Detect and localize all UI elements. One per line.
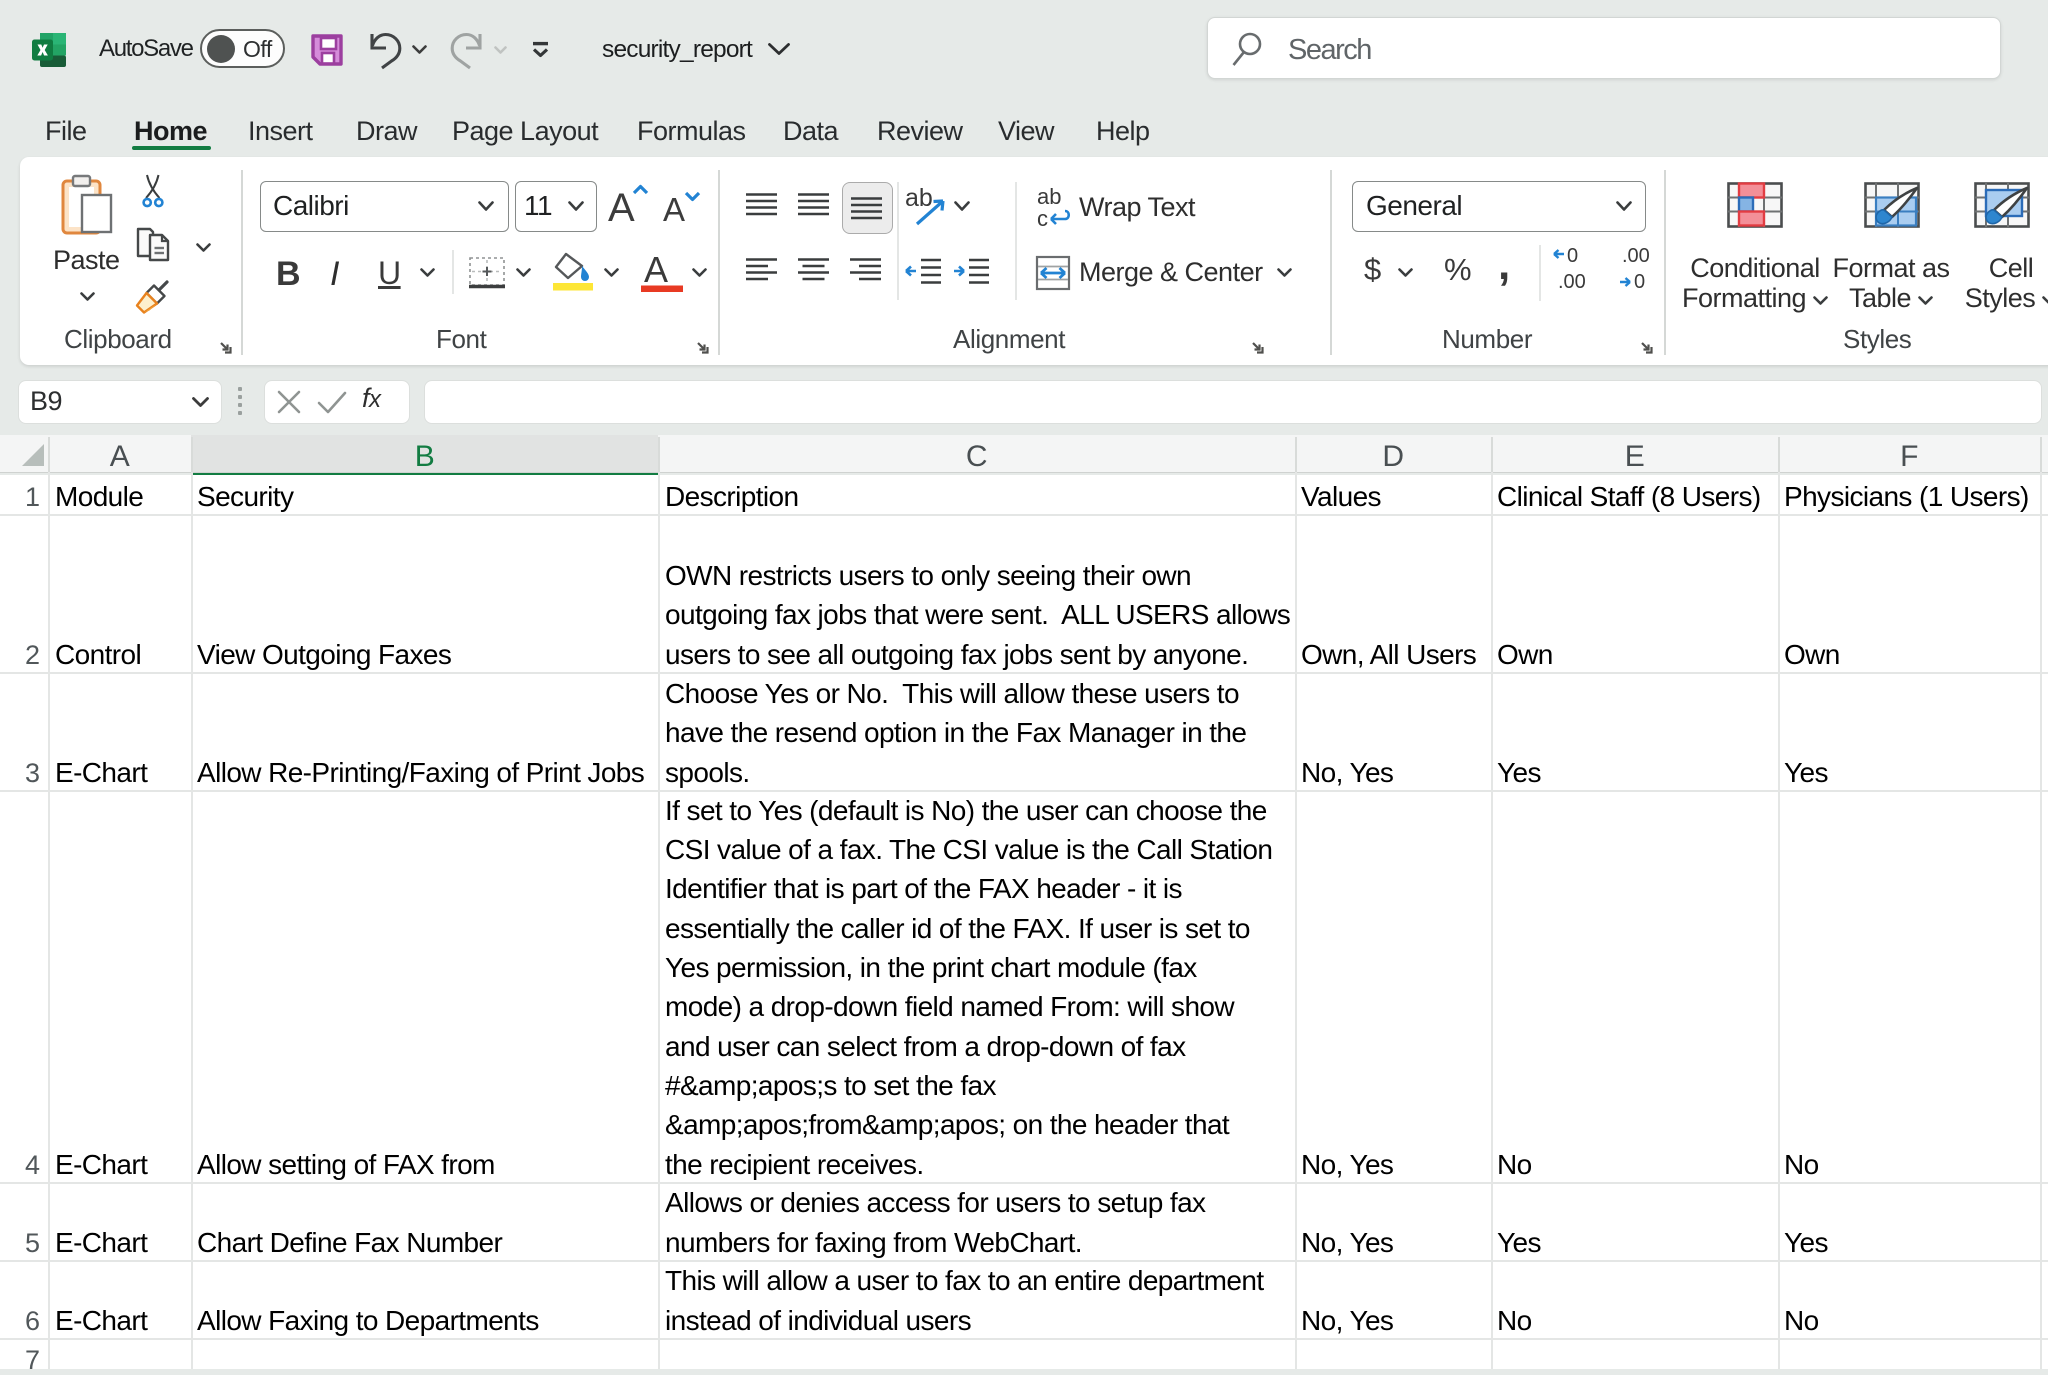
svg-text:A: A bbox=[663, 191, 685, 228]
svg-text:.00: .00 bbox=[1558, 271, 1586, 293]
svg-text:A: A bbox=[644, 250, 668, 290]
svg-text:A: A bbox=[608, 186, 635, 228]
svg-text:0: 0 bbox=[1567, 248, 1578, 267]
svg-text:0: 0 bbox=[1634, 271, 1645, 293]
svg-text:ab: ab bbox=[905, 186, 933, 212]
svg-text:c: c bbox=[1037, 206, 1048, 228]
